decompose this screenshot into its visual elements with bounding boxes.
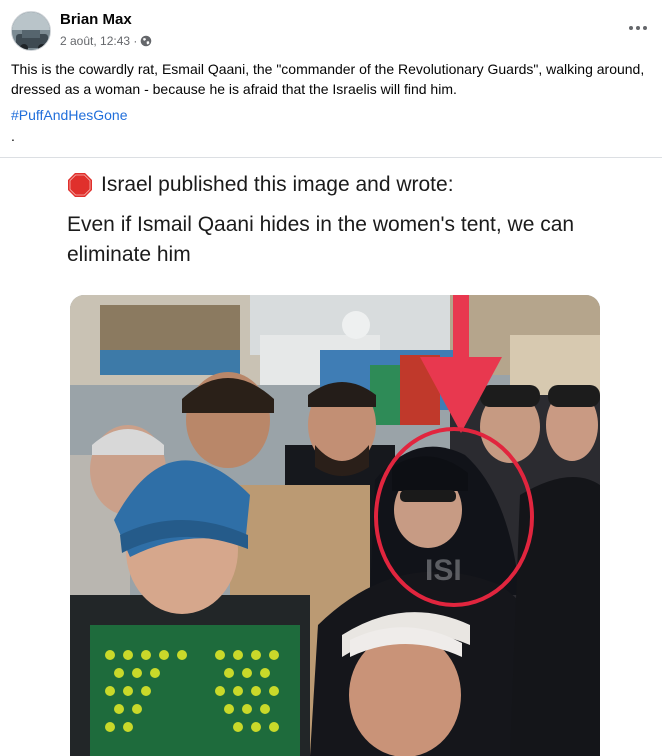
avatar[interactable] (11, 11, 51, 51)
red-arrow-shaft (453, 295, 469, 365)
post-meta: 2 août, 12:43 · (60, 34, 152, 48)
tweet-title-row: Israel published this image and wrote: (67, 172, 454, 198)
post-header: Brian Max 2 août, 12:43 · (0, 0, 662, 56)
more-icon (629, 26, 633, 30)
post-extra-line: . (11, 128, 15, 144)
post-text: This is the cowardly rat, Esmail Qaani, … (11, 61, 645, 97)
crowd-photo: ISI (70, 295, 600, 756)
hashtag-link[interactable]: #PuffAndHesGone (11, 107, 128, 123)
post-image[interactable]: Israel published this image and wrote: E… (0, 158, 662, 756)
tweet-title: Israel published this image and wrote: (101, 173, 454, 196)
tweet-body: Even if Ismail Qaani hides in the women'… (67, 213, 575, 266)
author-name[interactable]: Brian Max (60, 11, 132, 28)
globe-icon[interactable] (140, 35, 152, 47)
post-timestamp[interactable]: 2 août, 12:43 · (60, 34, 137, 48)
more-options-button[interactable] (626, 18, 650, 38)
stop-sign-icon (68, 173, 92, 197)
watermark: ISI (425, 554, 462, 587)
